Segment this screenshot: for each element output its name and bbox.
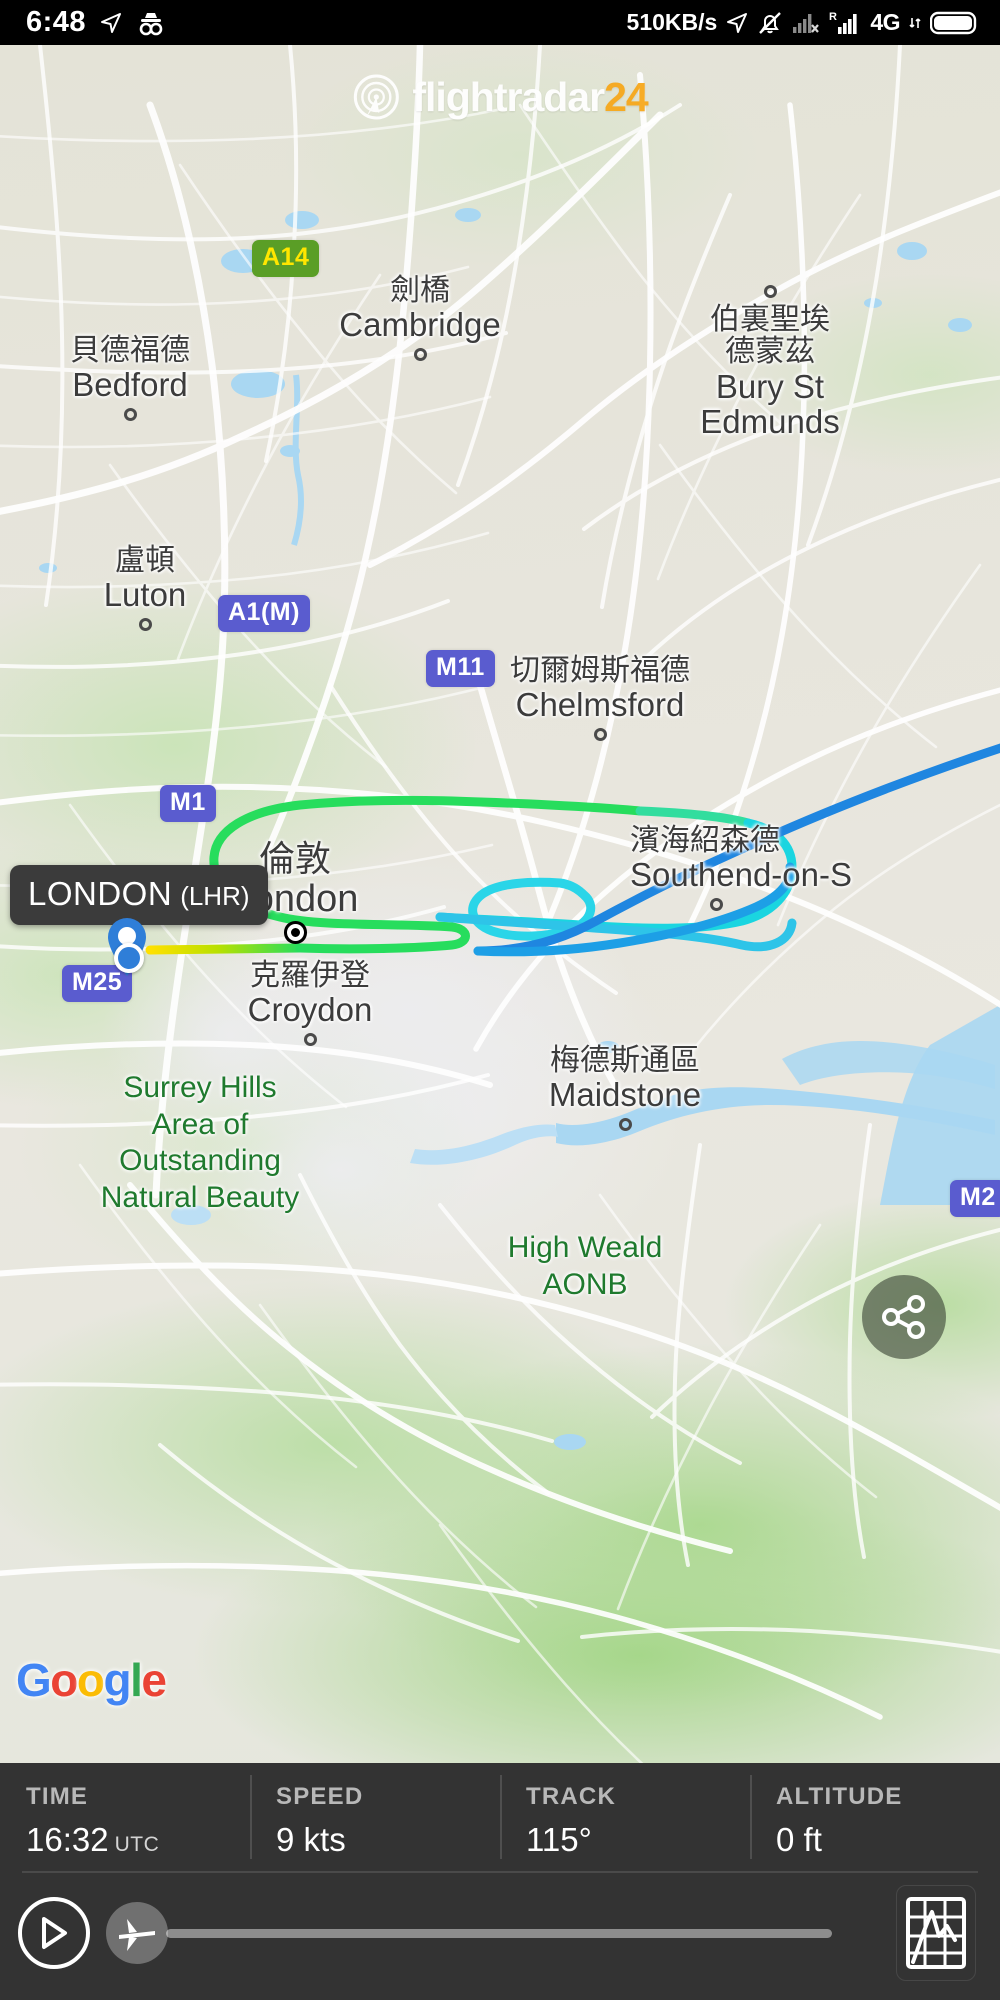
play-button[interactable] — [18, 1897, 90, 1969]
network-speed: 510KB/s — [626, 9, 718, 35]
google-attribution: Google — [16, 1654, 167, 1706]
flight-info-panel: TIME 16:32 UTC SPEED 9 kts TRACK 115° ALT… — [0, 1763, 1000, 2000]
flightradar24-logo: flightradar24 — [352, 73, 649, 121]
aircraft-position-marker[interactable] — [114, 943, 144, 973]
stat-track-value: 115° — [526, 1821, 592, 1858]
stat-time-label: TIME — [26, 1783, 89, 1810]
road-shield-a14[interactable]: A14 — [252, 240, 320, 277]
stat-time: TIME 16:32 UTC — [0, 1763, 250, 1871]
location-arrow-icon — [100, 11, 122, 35]
battery-icon — [929, 10, 978, 36]
stat-speed-label: SPEED — [276, 1783, 364, 1810]
incognito-icon — [136, 10, 166, 36]
altitude-graph-icon — [906, 1897, 966, 1969]
share-button[interactable] — [862, 1275, 946, 1359]
map-canvas[interactable]: flightradar24 A14 A1(M) M11 M1 劍橋 Cambri… — [0, 45, 1000, 1763]
share-icon — [882, 1295, 925, 1339]
bell-muted-icon — [757, 10, 783, 36]
flight-stats-row: TIME 16:32 UTC SPEED 9 kts TRACK 115° ALT… — [0, 1763, 1000, 1871]
location-arrow-icon — [726, 11, 748, 35]
stat-altitude-value: 0 ft — [776, 1821, 822, 1858]
svg-text:R: R — [829, 11, 837, 23]
road-shield-m2[interactable]: M2 — [950, 1180, 1000, 1217]
timeline-track[interactable] — [166, 1928, 832, 1938]
brand-text: flightradar24 — [412, 73, 648, 120]
status-bar-left: 6:48 — [0, 6, 166, 39]
stat-speed: SPEED 9 kts — [250, 1763, 500, 1871]
data-transfer-icon — [909, 12, 921, 34]
roaming-signal-icon: R — [829, 10, 861, 36]
airplane-icon — [119, 1919, 155, 1951]
map-view[interactable]: flightradar24 A14 A1(M) M11 M1 劍橋 Cambri… — [0, 45, 1000, 1763]
airport-city: LONDON — [28, 875, 173, 912]
network-type: 4G — [870, 9, 900, 35]
clock: 6:48 — [26, 6, 87, 38]
stat-track-label: TRACK — [526, 1783, 616, 1810]
flightradar24-app-screen: 6:48 510KB/s R 4G flightradar24 A14 A1(M… — [0, 0, 1000, 2000]
timeline-handle[interactable] — [106, 1902, 168, 1964]
timeline-slider[interactable] — [100, 1885, 1000, 1981]
play-icon — [42, 1917, 67, 1949]
altitude-graph-button[interactable] — [896, 1885, 976, 1981]
airport-code: (LHR) — [180, 881, 250, 911]
radar-icon — [352, 73, 400, 121]
stat-track: TRACK 115° — [500, 1763, 750, 1871]
stat-altitude-label: ALTITUDE — [776, 1783, 903, 1810]
road-shield-m1[interactable]: M1 — [160, 785, 216, 822]
playback-controls — [0, 1873, 1000, 1993]
stat-altitude: ALTITUDE 0 ft — [750, 1763, 1000, 1871]
stat-time-value: 16:32 UTC — [26, 1821, 160, 1858]
signal-no-service-icon — [792, 11, 820, 35]
status-bar-right: 510KB/s R 4G — [627, 9, 1000, 36]
stat-speed-value: 9 kts — [276, 1821, 346, 1858]
status-bar: 6:48 510KB/s R 4G — [0, 0, 1000, 45]
road-shield-a1m[interactable]: A1(M) — [218, 595, 310, 632]
road-shield-m11[interactable]: M11 — [426, 650, 495, 687]
